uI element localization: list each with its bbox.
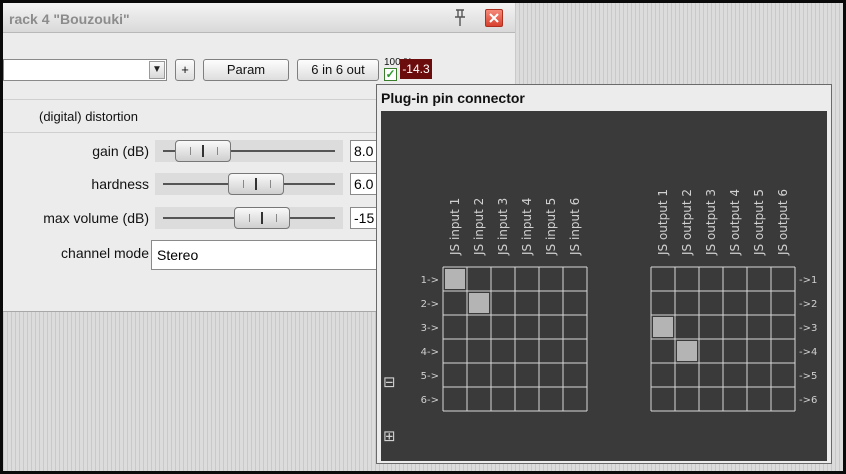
expand-pins-icon[interactable]: ⊞ xyxy=(383,427,396,445)
slider-label: max volume (dB) xyxy=(43,210,149,226)
input-pin-connection[interactable] xyxy=(445,269,465,289)
input-row-label: 4-> xyxy=(421,347,439,358)
gain-reduction-meter: -14.3 xyxy=(400,59,432,79)
output-pin-label: JS output 2 xyxy=(680,189,694,256)
max-volume-slider[interactable] xyxy=(155,207,343,229)
input-pin-connection[interactable] xyxy=(469,293,489,313)
channel-mode-label: channel mode xyxy=(61,245,149,261)
bypass-checkbox[interactable]: ✓ xyxy=(384,68,397,81)
input-pin-label: JS input 5 xyxy=(544,198,558,256)
input-row-label: 3-> xyxy=(421,323,439,334)
input-row-label: 2-> xyxy=(421,299,439,310)
output-row-label: ->1 xyxy=(799,275,817,286)
param-button[interactable]: Param xyxy=(203,59,289,81)
output-row-label: ->4 xyxy=(799,347,817,358)
chevron-down-icon[interactable]: ▼ xyxy=(149,61,165,79)
output-pin-label: JS output 6 xyxy=(776,189,790,256)
pin-connector-title: Plug-in pin connector xyxy=(381,90,525,106)
close-icon[interactable] xyxy=(485,9,503,27)
channel-mode-select[interactable]: Stereo xyxy=(151,240,391,270)
pin-matrix-svg: JS input 1 JS input 2 JS input 3 JS input 4… xyxy=(383,189,817,445)
input-row-label: 1-> xyxy=(421,275,439,286)
add-preset-button[interactable]: + xyxy=(175,59,195,81)
output-row-label: ->3 xyxy=(799,323,817,334)
slider-thumb[interactable] xyxy=(228,173,284,195)
input-pin-label: JS input 4 xyxy=(520,198,534,256)
output-row-label: ->2 xyxy=(799,299,817,310)
slider-thumb[interactable] xyxy=(234,207,290,229)
input-pin-label: JS input 3 xyxy=(496,198,510,256)
slider-label: hardness xyxy=(91,176,149,192)
output-pin-label: JS output 5 xyxy=(752,189,766,256)
output-pin-label: JS output 3 xyxy=(704,189,718,256)
output-pin-connection[interactable] xyxy=(653,317,673,337)
input-pin-label: JS input 1 xyxy=(448,198,462,256)
pin-icon[interactable] xyxy=(451,8,469,28)
fx-titlebar: rack 4 "Bouzouki" xyxy=(3,3,515,33)
slider-label: gain (dB) xyxy=(92,143,149,159)
output-pin-label: JS output 4 xyxy=(728,189,742,256)
gain-slider[interactable] xyxy=(155,140,343,162)
fx-window-title: rack 4 "Bouzouki" xyxy=(9,11,130,27)
input-pin-label: JS input 6 xyxy=(568,198,582,256)
input-row-label: 6-> xyxy=(421,395,439,406)
output-pin-connection[interactable] xyxy=(677,341,697,361)
output-pin-label: JS output 1 xyxy=(656,189,670,256)
hardness-slider[interactable] xyxy=(155,173,343,195)
pin-connector-titlebar[interactable]: Plug-in pin connector xyxy=(377,85,831,111)
input-row-label: 5-> xyxy=(421,371,439,382)
input-pin-label: JS input 2 xyxy=(472,198,486,256)
plugin-name: (digital) distortion xyxy=(39,109,138,124)
slider-thumb[interactable] xyxy=(175,140,231,162)
pin-connector-window: Plug-in pin connector JS input 1 JS input… xyxy=(376,84,832,464)
output-row-label: ->5 xyxy=(799,371,817,382)
pin-matrix-area: JS input 1 JS input 2 JS input 3 JS input 4… xyxy=(381,111,827,461)
collapse-pins-icon[interactable]: ⊟ xyxy=(383,373,396,391)
output-row-label: ->6 xyxy=(799,395,817,406)
pin-routing-button[interactable]: 6 in 6 out xyxy=(297,59,379,81)
preset-combo[interactable] xyxy=(3,59,167,81)
